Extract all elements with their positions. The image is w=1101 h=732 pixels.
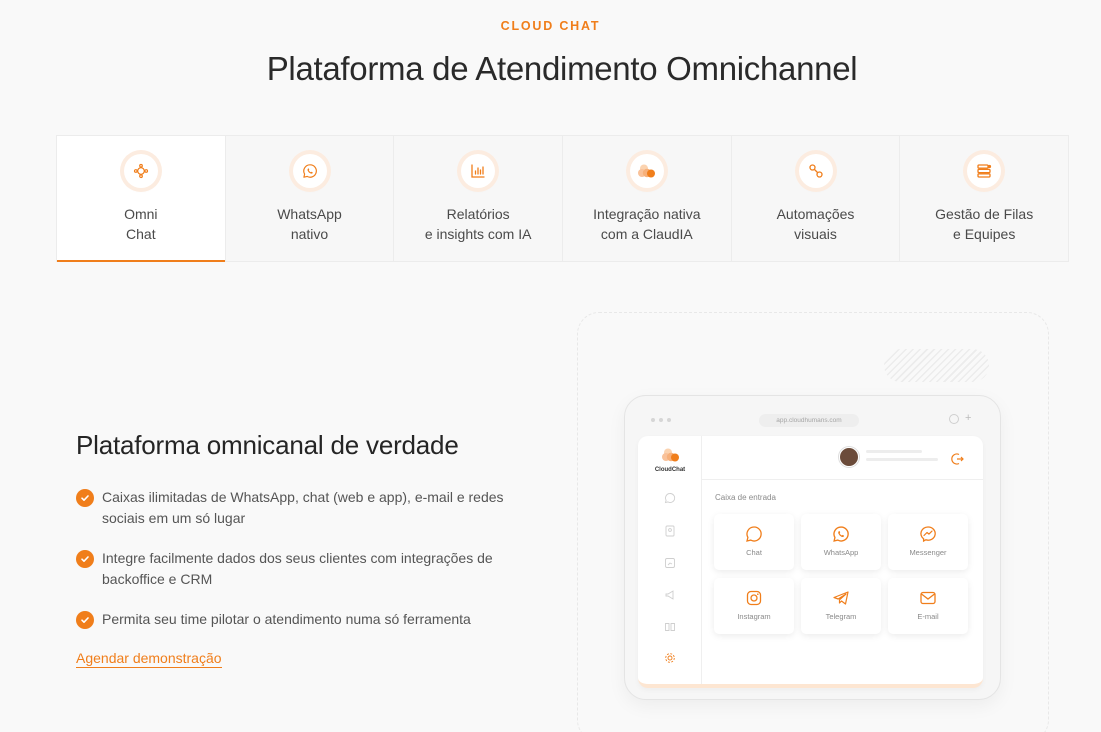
bar-chart-icon <box>461 154 496 188</box>
flow-icon <box>798 154 833 188</box>
channel-email[interactable]: E-mail <box>888 578 968 634</box>
mockup-sidebar: CloudChat <box>638 436 702 684</box>
window-controls: + <box>949 413 975 424</box>
tab-omni-chat[interactable]: Omni Chat <box>57 136 226 262</box>
schedule-demo-link[interactable]: Agendar demonstração <box>76 650 222 668</box>
mockup-topbar <box>702 436 983 480</box>
settings-icon <box>665 653 675 663</box>
tab-label: Gestão de Filas e Equipes <box>935 206 1034 242</box>
section-eyebrow: CLOUD CHAT <box>500 19 601 33</box>
channel-whatsapp[interactable]: WhatsApp <box>801 514 881 570</box>
list-item: Caixas ilimitadas de WhatsApp, chat (web… <box>76 487 526 529</box>
inbox-label: Caixa de entrada <box>715 493 776 502</box>
tab-integracao-claudia[interactable]: Integração nativa com a ClaudIA <box>563 136 732 261</box>
list-item: Permita seu time pilotar o atendimento n… <box>76 609 526 630</box>
channel-label: Messenger <box>909 548 947 557</box>
tab-label: WhatsApp nativo <box>277 206 342 242</box>
tab-relatorios[interactable]: Relatórios e insights com IA <box>394 136 564 261</box>
check-icon <box>76 550 94 568</box>
cloudia-logo-icon <box>629 154 664 188</box>
channel-label: Chat <box>746 548 762 557</box>
feature-description: Plataforma omnicanal de verdade Caixas i… <box>76 430 526 668</box>
bullet-text: Integre facilmente dados dos seus client… <box>102 550 493 587</box>
mockup-brand: CloudChat <box>654 467 686 473</box>
tab-label: Automações visuais <box>776 206 855 242</box>
contacts-icon <box>665 525 675 537</box>
logout-icon[interactable] <box>950 452 964 466</box>
chat-icon <box>664 493 676 504</box>
messenger-icon <box>920 526 936 543</box>
check-icon <box>76 489 94 507</box>
list-item: Integre facilmente dados dos seus client… <box>76 548 526 590</box>
channel-instagram[interactable]: Instagram <box>714 578 794 634</box>
user-email-placeholder <box>866 458 938 461</box>
avatar <box>839 447 859 467</box>
tab-label: Relatórios e insights com IA <box>424 206 532 242</box>
decorative-hatch <box>884 349 989 382</box>
tab-label: Omni Chat <box>124 206 158 242</box>
instagram-icon <box>746 590 762 606</box>
feature-heading: Plataforma omnicanal de verdade <box>76 430 459 460</box>
omnichannel-icon <box>123 154 158 188</box>
campaign-icon <box>665 590 674 600</box>
channel-label: WhatsApp <box>823 548 859 557</box>
cloudchat-logo-icon <box>662 448 679 462</box>
reports-icon <box>665 558 675 568</box>
channel-label: Telegram <box>825 612 857 621</box>
tab-automacoes[interactable]: Automações visuais <box>732 136 901 261</box>
whatsapp-icon <box>833 526 849 542</box>
window-dots <box>651 418 671 422</box>
tab-whatsapp[interactable]: WhatsApp nativo <box>226 136 395 261</box>
channel-label: Instagram <box>737 612 771 621</box>
app-mockup: app.cloudhumans.com + CloudChat Caixa de… <box>624 395 1001 700</box>
tab-gestao-filas[interactable]: Gestão de Filas e Equipes <box>900 136 1068 261</box>
channel-label: E-mail <box>917 612 939 621</box>
telegram-icon <box>833 591 849 605</box>
channel-messenger[interactable]: Messenger <box>888 514 968 570</box>
mail-icon <box>920 591 936 605</box>
mockup-screen: CloudChat Caixa de entrada Chat WhatsApp… <box>638 436 983 688</box>
whatsapp-icon <box>292 154 327 188</box>
tab-label: Integração nativa com a ClaudIA <box>593 206 701 242</box>
queue-icon <box>967 154 1002 188</box>
section-title: Plataforma de Atendimento Omnichannel <box>266 50 858 87</box>
knowledge-icon <box>665 623 675 631</box>
mockup-url-bar: app.cloudhumans.com <box>759 414 859 427</box>
feature-bullets: Caixas ilimitadas de WhatsApp, chat (web… <box>76 487 526 630</box>
bullet-text: Permita seu time pilotar o atendimento n… <box>102 611 471 627</box>
feature-tabs: Omni Chat WhatsApp nativo Relatórios e i… <box>56 135 1069 262</box>
chat-bubble-icon <box>746 526 762 542</box>
channel-telegram[interactable]: Telegram <box>801 578 881 634</box>
channel-chat[interactable]: Chat <box>714 514 794 570</box>
user-name-placeholder <box>866 450 922 453</box>
check-icon <box>76 611 94 629</box>
bullet-text: Caixas ilimitadas de WhatsApp, chat (web… <box>102 489 504 526</box>
